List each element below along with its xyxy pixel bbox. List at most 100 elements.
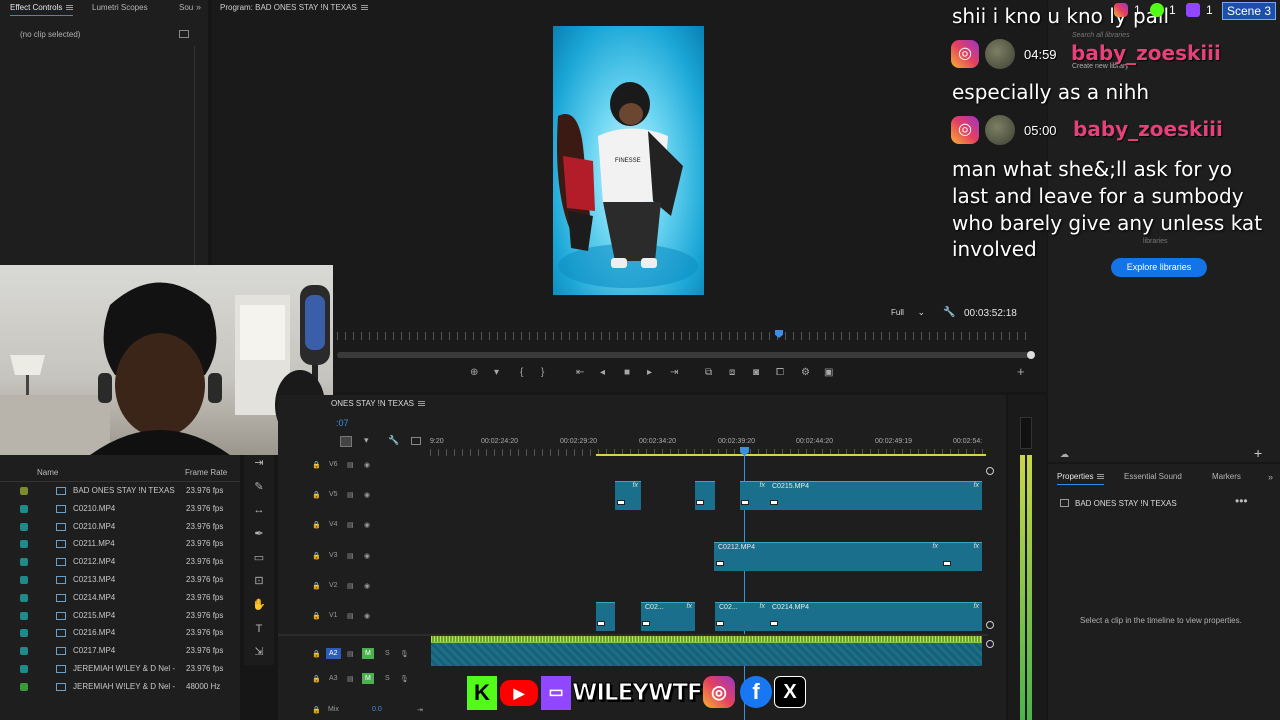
timeline-clip-c02b[interactable]: C02... fx: [715, 602, 768, 631]
go-to-out-icon[interactable]: ⇥: [670, 367, 678, 378]
label-color-swatch[interactable]: [20, 522, 28, 531]
lock-icon[interactable]: 🔒: [312, 706, 321, 714]
timeline-clip-c0215[interactable]: C0215.MP4 fx: [768, 481, 982, 510]
video-frame[interactable]: FINESSE: [553, 26, 704, 295]
project-item[interactable]: JEREMIAH W!LEY & D Nel - 23.976 fps: [0, 660, 240, 678]
lift-icon[interactable]: ⧉: [705, 367, 712, 378]
lock-icon[interactable]: 🔒: [312, 612, 321, 620]
project-item[interactable]: C0216.MP4 23.976 fps: [0, 624, 240, 642]
add-library-icon[interactable]: +: [1254, 445, 1262, 461]
snap-icon[interactable]: [340, 436, 352, 447]
type-tool-icon[interactable]: T: [250, 620, 268, 638]
audio-scroll[interactable]: [986, 640, 994, 648]
lock-icon[interactable]: 🔒: [312, 650, 321, 658]
step-back-icon[interactable]: ◂: [600, 367, 605, 378]
wrench-icon[interactable]: 🔧: [943, 307, 955, 318]
lock-icon[interactable]: 🔒: [312, 491, 321, 499]
film-icon[interactable]: ▤: [347, 521, 354, 529]
mic-icon[interactable]: 🎙: [400, 675, 409, 683]
lock-icon[interactable]: 🔒: [312, 461, 321, 469]
timeline-clip-c02a[interactable]: C02... fx: [641, 602, 695, 631]
track-mix[interactable]: 🔒 Mix 0.0 ⇥: [280, 702, 430, 720]
label-color-swatch[interactable]: [20, 540, 28, 549]
label-color-swatch[interactable]: [20, 487, 28, 495]
expand-panels-icon[interactable]: »: [1268, 472, 1273, 482]
mark-in-icon[interactable]: {: [520, 367, 523, 378]
col-name-header[interactable]: Name: [37, 468, 58, 477]
sync-icon[interactable]: ▤: [347, 675, 354, 683]
hand-icon[interactable]: ✋: [250, 596, 268, 614]
lock-icon[interactable]: 🔒: [312, 582, 321, 590]
film-icon[interactable]: ▤: [347, 552, 354, 560]
mic-icon[interactable]: 🎙: [400, 650, 409, 658]
project-item[interactable]: C0214.MP4 23.976 fps: [0, 589, 240, 607]
camera-icon[interactable]: ◙: [753, 367, 759, 378]
label-color-swatch[interactable]: [20, 593, 28, 602]
track-v1[interactable]: 🔒 V1 ▤ ◉: [280, 608, 430, 628]
tab-essential-sound[interactable]: Essential Sound: [1124, 469, 1182, 485]
zoom-scrollbar[interactable]: [337, 352, 1032, 358]
mix-value[interactable]: 0.0: [372, 706, 382, 713]
timeline-clip[interactable]: fx: [615, 481, 641, 510]
sync-icon[interactable]: ▤: [347, 650, 354, 658]
label-color-swatch[interactable]: [20, 504, 28, 513]
rectangle-icon[interactable]: ▭: [250, 549, 268, 567]
project-item[interactable]: C0215.MP4 23.976 fps: [0, 607, 240, 625]
timeline-clip-c0212[interactable]: C0212.MP4 fx: [714, 542, 941, 571]
tab-effect-controls[interactable]: Effect Controls: [10, 0, 74, 16]
tab-markers[interactable]: Markers: [1212, 469, 1241, 485]
add-marker-icon[interactable]: ⊕: [470, 367, 478, 378]
track-select-icon[interactable]: ⇥: [250, 454, 268, 472]
mark-out-icon[interactable]: }: [541, 367, 544, 378]
cloud-icon[interactable]: ☁: [1060, 449, 1069, 460]
tab-source[interactable]: Sou: [179, 0, 193, 16]
vertical-scroll-bottom[interactable]: [986, 621, 994, 629]
slide-icon[interactable]: ⊡: [250, 572, 268, 590]
eye-icon[interactable]: ◉: [364, 612, 370, 620]
add-button-icon[interactable]: +: [1017, 364, 1025, 379]
timeline-clip[interactable]: fx: [941, 542, 982, 571]
scrollbar-handle[interactable]: [1027, 351, 1035, 359]
label-color-swatch[interactable]: [20, 647, 28, 656]
more-options-icon[interactable]: •••: [1235, 494, 1248, 508]
film-icon[interactable]: ▤: [347, 582, 354, 590]
label-color-swatch[interactable]: [20, 576, 28, 584]
pen-icon[interactable]: ✒: [250, 525, 268, 543]
properties-menu-icon[interactable]: [1097, 474, 1105, 480]
tab-properties[interactable]: Properties: [1057, 469, 1105, 485]
captions-toggle-icon[interactable]: [411, 437, 421, 445]
tab-lumetri-scopes[interactable]: Lumetri Scopes: [92, 0, 148, 16]
film-icon[interactable]: ▤: [347, 612, 354, 620]
caption-icon[interactable]: ⇲: [250, 643, 268, 661]
project-item[interactable]: C0210.MP4 23.976 fps: [0, 500, 240, 518]
vr-icon[interactable]: ▣: [824, 367, 833, 378]
linked-selection-icon[interactable]: ▾: [364, 435, 369, 446]
slip-icon[interactable]: ↔: [250, 501, 268, 519]
mute-button[interactable]: M: [362, 673, 374, 684]
lock-icon[interactable]: 🔒: [312, 521, 321, 529]
work-area-bar[interactable]: [596, 454, 986, 456]
label-color-swatch[interactable]: [20, 611, 28, 620]
timeline-view-toggle-icon[interactable]: [179, 30, 189, 38]
sequence-menu-icon[interactable]: [418, 401, 425, 407]
timeline-clip[interactable]: fx: [740, 481, 768, 510]
mute-button[interactable]: M: [362, 648, 374, 659]
solo-button[interactable]: S: [385, 675, 390, 682]
timeline-clip[interactable]: [596, 602, 615, 631]
label-color-swatch[interactable]: [20, 665, 28, 673]
project-item[interactable]: C0210.MP4 23.976 fps: [0, 518, 240, 536]
go-to-in-icon[interactable]: ⇤: [576, 367, 584, 378]
go-to-end-icon[interactable]: ⇥: [417, 706, 423, 714]
col-frame-rate-header[interactable]: Frame Rate: [185, 468, 227, 477]
extract-icon[interactable]: ⧈: [729, 367, 735, 378]
eye-icon[interactable]: ◉: [364, 552, 370, 560]
explore-libraries-button[interactable]: Explore libraries: [1111, 258, 1207, 277]
track-v5[interactable]: 🔒 V5 ▤ ◉: [280, 487, 430, 507]
label-color-swatch[interactable]: [20, 558, 28, 567]
program-menu-icon[interactable]: [360, 5, 368, 11]
film-icon[interactable]: ▤: [347, 461, 354, 469]
panel-menu-icon[interactable]: [66, 5, 74, 11]
eye-icon[interactable]: ◉: [364, 461, 370, 469]
track-a3[interactable]: 🔒 A3 ▤ M S 🎙: [280, 671, 430, 691]
marker-icon[interactable]: ▾: [494, 367, 499, 378]
